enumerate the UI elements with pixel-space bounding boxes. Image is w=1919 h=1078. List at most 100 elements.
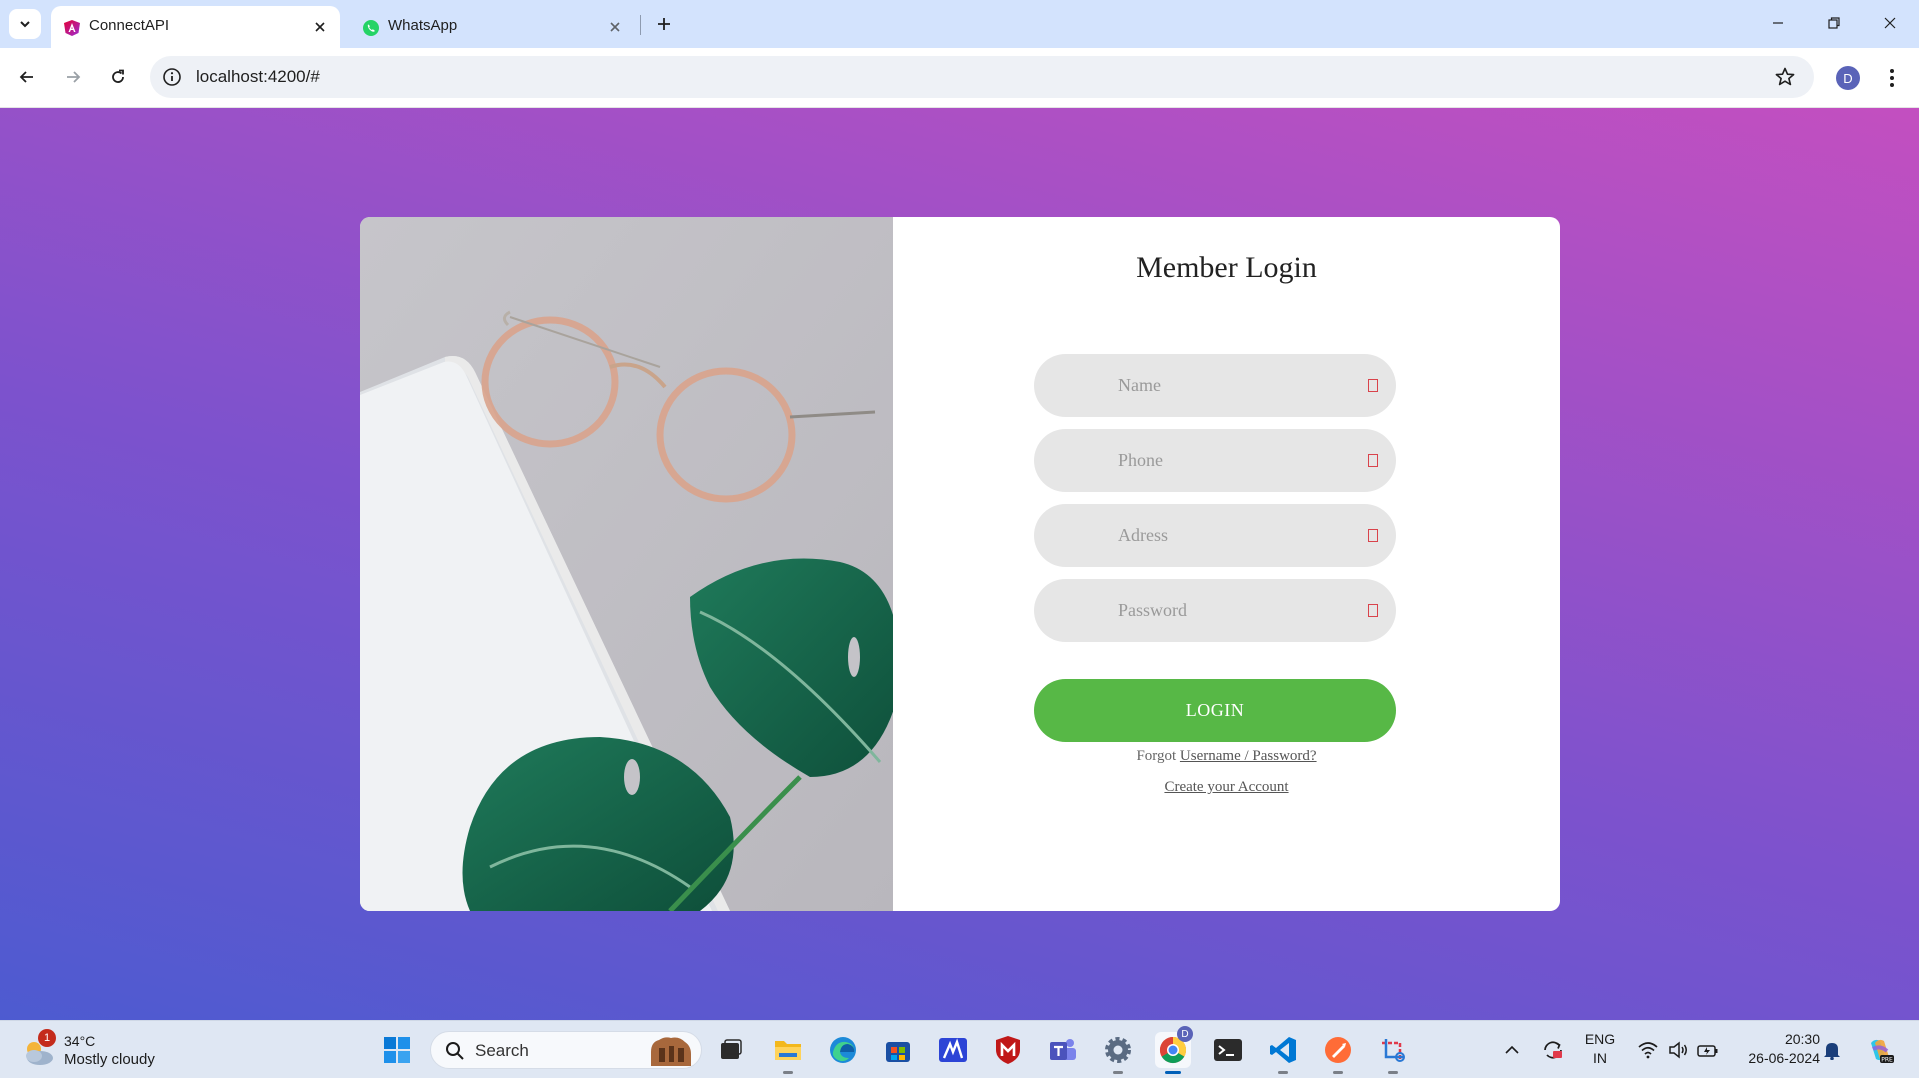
store-icon bbox=[886, 1042, 910, 1062]
teams-icon bbox=[1050, 1039, 1076, 1060]
phone-field[interactable] bbox=[1034, 429, 1396, 492]
running-indicator bbox=[1278, 1071, 1288, 1074]
password-input[interactable] bbox=[1034, 579, 1396, 642]
running-indicator bbox=[783, 1071, 793, 1074]
weather-temperature: 34°C bbox=[64, 1033, 96, 1049]
store-button[interactable] bbox=[880, 1032, 916, 1068]
plus-icon bbox=[658, 18, 670, 30]
language-indicator[interactable]: ENG IN bbox=[1577, 1030, 1623, 1068]
quick-settings-button[interactable] bbox=[1630, 1032, 1726, 1068]
tab-connectapi[interactable]: ConnectAPI bbox=[51, 6, 340, 48]
forgot-line: Forgot Username / Password? bbox=[893, 748, 1560, 765]
address-field[interactable] bbox=[1034, 504, 1396, 567]
profile-avatar[interactable]: D bbox=[1836, 66, 1860, 90]
login-card: Member Login LOGIN Forgot Username / Pas bbox=[360, 217, 1560, 911]
gear-icon bbox=[1105, 1037, 1131, 1063]
shield-icon bbox=[996, 1036, 1020, 1064]
chrome-profile-badge: D bbox=[1177, 1026, 1193, 1042]
edge-button[interactable] bbox=[825, 1032, 861, 1068]
broken-icon-placeholder bbox=[1368, 454, 1378, 467]
restore-button[interactable] bbox=[1814, 8, 1854, 38]
create-account-link[interactable]: Create your Account bbox=[893, 779, 1560, 796]
battery-icon bbox=[1697, 1045, 1718, 1057]
weather-alert-badge: 1 bbox=[38, 1029, 56, 1047]
taskbar-search[interactable]: Search bbox=[430, 1031, 702, 1069]
region-code: IN bbox=[1593, 1050, 1607, 1066]
restore-icon bbox=[1828, 17, 1840, 29]
phone-input[interactable] bbox=[1034, 429, 1396, 492]
running-indicator bbox=[1165, 1071, 1181, 1074]
new-tab-button[interactable] bbox=[650, 10, 678, 38]
search-label: Search bbox=[475, 1041, 529, 1060]
browser-menu-button[interactable] bbox=[1880, 62, 1904, 94]
mcafee-button[interactable] bbox=[990, 1032, 1026, 1068]
weather-condition: Mostly cloudy bbox=[64, 1051, 155, 1068]
task-view-button[interactable] bbox=[713, 1032, 749, 1068]
more-vert-icon bbox=[1890, 69, 1894, 87]
login-button[interactable]: LOGIN bbox=[1034, 679, 1396, 742]
mail-app-button[interactable] bbox=[935, 1032, 971, 1068]
forward-button[interactable] bbox=[56, 60, 90, 94]
running-indicator bbox=[1388, 1071, 1398, 1074]
tab-strip: ConnectAPI WhatsApp bbox=[0, 0, 1919, 48]
close-tab-icon[interactable] bbox=[605, 17, 625, 37]
running-indicator bbox=[1333, 1071, 1343, 1074]
vscode-button[interactable] bbox=[1265, 1032, 1301, 1074]
password-field[interactable] bbox=[1034, 579, 1396, 642]
url-text[interactable]: localhost:4200/# bbox=[196, 67, 320, 87]
tab-title: ConnectAPI bbox=[89, 17, 170, 34]
close-tab-icon[interactable] bbox=[310, 17, 330, 37]
broken-icon-placeholder bbox=[1368, 379, 1378, 392]
site-info-icon[interactable] bbox=[162, 67, 182, 87]
start-button[interactable] bbox=[379, 1032, 415, 1068]
tab-search-button[interactable] bbox=[9, 9, 41, 39]
notifications-button[interactable] bbox=[1818, 1032, 1846, 1068]
name-field[interactable] bbox=[1034, 354, 1396, 417]
close-icon bbox=[1884, 17, 1896, 29]
reload-icon bbox=[112, 69, 124, 83]
clock-date: 26-06-2024 bbox=[1748, 1050, 1820, 1066]
address-bar[interactable]: localhost:4200/# bbox=[150, 56, 1814, 98]
sync-icon bbox=[1544, 1041, 1562, 1059]
reload-button[interactable] bbox=[101, 60, 135, 94]
login-image bbox=[360, 217, 893, 911]
file-explorer-button[interactable] bbox=[770, 1032, 806, 1074]
teams-button[interactable] bbox=[1045, 1032, 1081, 1068]
forgot-credentials-link[interactable]: Username / Password? bbox=[1180, 748, 1317, 764]
address-input[interactable] bbox=[1034, 504, 1396, 567]
settings-button[interactable] bbox=[1100, 1032, 1136, 1074]
weather-widget[interactable]: 1 34°C Mostly cloudy bbox=[20, 1029, 170, 1071]
show-hidden-icons-button[interactable] bbox=[1494, 1032, 1530, 1068]
close-window-button[interactable] bbox=[1870, 8, 1910, 38]
vpn-app-icon bbox=[939, 1038, 967, 1062]
login-form: Member Login LOGIN Forgot Username / Pas bbox=[893, 217, 1560, 911]
postman-button[interactable] bbox=[1320, 1032, 1356, 1074]
wifi-icon bbox=[1638, 1042, 1658, 1059]
clock[interactable]: 20:30 26-06-2024 bbox=[1734, 1030, 1820, 1068]
task-view-icon bbox=[721, 1039, 742, 1059]
snipping-tool-icon bbox=[1382, 1039, 1405, 1062]
taskbar: 1 34°C Mostly cloudy Search D ENG IN 20:… bbox=[0, 1020, 1919, 1078]
name-input[interactable] bbox=[1034, 354, 1396, 417]
broken-icon-placeholder bbox=[1368, 529, 1378, 542]
windows-logo-icon bbox=[384, 1037, 410, 1063]
tab-separator bbox=[640, 15, 641, 35]
angular-icon bbox=[64, 20, 80, 36]
sync-tray-button[interactable] bbox=[1535, 1032, 1571, 1068]
copilot-icon: PRE bbox=[1871, 1039, 1894, 1064]
terminal-button[interactable] bbox=[1210, 1032, 1246, 1068]
browser-toolbar: localhost:4200/# D bbox=[0, 48, 1919, 108]
copilot-button[interactable]: PRE bbox=[1862, 1032, 1898, 1068]
minimize-button[interactable] bbox=[1758, 8, 1798, 38]
chrome-button[interactable]: D bbox=[1155, 1026, 1193, 1074]
glasses-and-leaves-illustration bbox=[360, 217, 893, 911]
chevron-down-icon bbox=[20, 21, 30, 28]
edge-icon bbox=[830, 1037, 856, 1063]
tab-whatsapp[interactable]: WhatsApp bbox=[350, 6, 635, 48]
back-button[interactable] bbox=[10, 60, 44, 94]
arrow-right-icon bbox=[67, 71, 81, 83]
snipping-tool-button[interactable] bbox=[1375, 1032, 1411, 1074]
volume-icon bbox=[1669, 1041, 1687, 1059]
bookmark-star-icon[interactable] bbox=[1774, 66, 1796, 88]
minimize-icon bbox=[1773, 22, 1783, 24]
